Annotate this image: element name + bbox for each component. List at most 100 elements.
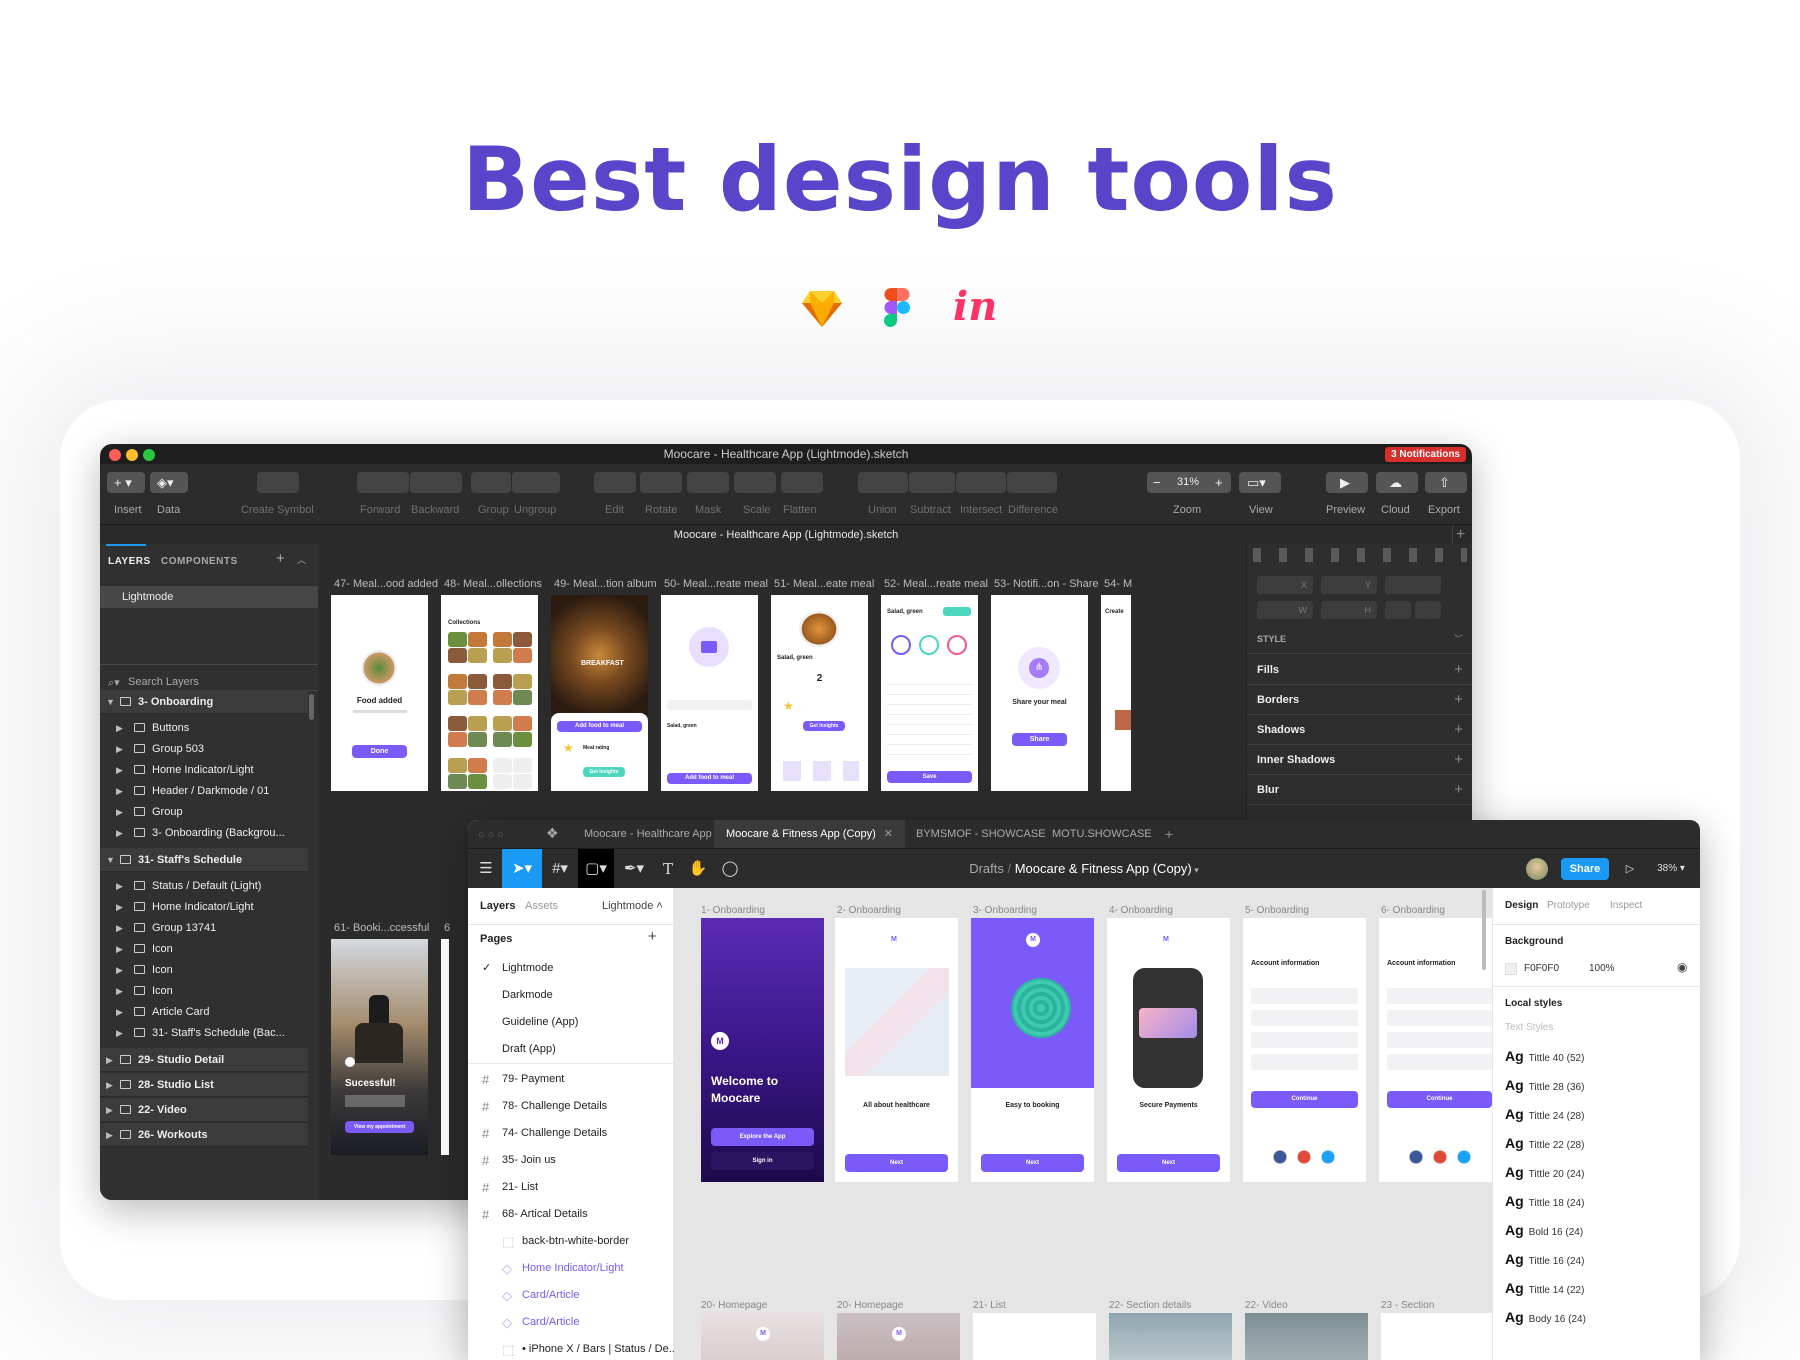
text-style-item[interactable]: Ag Tittle 28 (36) <box>1505 1077 1584 1093</box>
text-style-item[interactable]: Ag Tittle 20 (24) <box>1505 1164 1584 1180</box>
frame-onboarding-5[interactable]: Account information Continue <box>1243 918 1366 1182</box>
layer-row[interactable]: ◇ Home Indicator/Light <box>468 1255 674 1282</box>
avatar[interactable] <box>1526 858 1548 880</box>
notifications-badge[interactable]: 3 Notifications <box>1385 447 1466 462</box>
layer-row[interactable]: ▶ 31- Staff's Schedule (Bac... <box>100 1021 308 1045</box>
add-tab-icon[interactable]: + <box>1452 525 1468 545</box>
collection-thumb[interactable] <box>493 716 533 748</box>
export-button[interactable]: ⇧ <box>1425 472 1467 493</box>
present-icon[interactable]: ▷ <box>1616 849 1644 889</box>
artboard-notification-share[interactable]: ⋔ Share your meal Share <box>991 595 1088 791</box>
frame-onboarding-6[interactable]: Account information Continue <box>1379 918 1492 1182</box>
frame-label[interactable]: 22- Video <box>1245 1300 1288 1311</box>
layer-row[interactable]: #35- Join us <box>468 1147 674 1174</box>
view-appointment-button[interactable]: View my appointment <box>345 1121 414 1133</box>
breadcrumb-file[interactable]: Moocare & Fitness App (Copy) <box>1015 861 1192 876</box>
layer-row[interactable]: #74- Challenge Details <box>468 1120 674 1147</box>
artboard-create-meal-c[interactable]: Salad, green Save <box>881 595 978 791</box>
get-insights-button[interactable]: Get Insights <box>583 767 625 777</box>
layer-row[interactable]: #68- Artical Details <box>468 1201 674 1228</box>
frame-label[interactable]: 23 - Section <box>1381 1300 1434 1311</box>
frame-preview[interactable] <box>1245 1313 1368 1360</box>
subtract-button[interactable] <box>909 472 955 493</box>
next-button[interactable]: Next <box>981 1154 1084 1172</box>
share-button[interactable]: Share <box>1561 858 1609 880</box>
text-style-item[interactable]: Ag Tittle 14 (22) <box>1505 1280 1584 1296</box>
y-field[interactable]: Y <box>1321 576 1377 594</box>
text-style-item[interactable]: Ag Tittle 40 (52) <box>1505 1048 1584 1064</box>
frame-onboarding-3[interactable]: M Easy to booking Next <box>971 918 1094 1182</box>
layer-row[interactable]: #21- List <box>468 1174 674 1201</box>
data-button[interactable]: ◈▾ <box>150 472 188 493</box>
artboard-label[interactable]: 53- Notifi...on - Share <box>994 578 1099 590</box>
rotate-button[interactable] <box>640 472 682 493</box>
collection-thumb[interactable] <box>448 632 488 664</box>
backward-button[interactable] <box>410 472 462 493</box>
rotation-field[interactable] <box>1385 576 1441 594</box>
disclosure-closed-icon[interactable]: ▶ <box>106 1123 113 1146</box>
style-row[interactable]: Shadows + <box>1247 715 1472 745</box>
figma-menu-icon[interactable]: ❖ <box>546 825 559 842</box>
tab-components[interactable]: COMPONENTS <box>161 556 238 567</box>
sign-in-button[interactable]: Sign in <box>711 1152 814 1170</box>
page-select[interactable]: Lightmode ˄ <box>602 900 663 912</box>
frame-label[interactable]: 5- Onboarding <box>1245 905 1309 916</box>
layer-row[interactable]: ⬚ • iPhone X / Bars | Status / De... <box>468 1336 674 1360</box>
close-button[interactable] <box>109 449 121 461</box>
collapse-icon[interactable]: ︿ <box>297 553 306 566</box>
frame-preview[interactable] <box>973 1313 1096 1360</box>
get-insights-button-2[interactable]: Get Insights <box>803 721 845 731</box>
tab-file-4[interactable]: MOTU.SHOWCASE <box>1040 820 1164 848</box>
frame-preview[interactable]: M <box>701 1313 824 1360</box>
tab-design[interactable]: Design <box>1505 900 1538 911</box>
artboard-label[interactable]: 54- M <box>1104 578 1132 590</box>
scale-button[interactable] <box>734 472 776 493</box>
layer-row[interactable]: ◇ Card/Article <box>468 1282 674 1309</box>
page-item[interactable]: ✓ Lightmode <box>468 955 674 982</box>
style-row[interactable]: Inner Shadows + <box>1247 745 1472 775</box>
h-field[interactable]: H <box>1321 601 1377 619</box>
disclosure-closed-icon[interactable]: ▶ <box>116 821 123 845</box>
artboard-label[interactable]: 51- Meal...eate meal <box>774 578 874 590</box>
frame-label[interactable]: 20- Homepage <box>701 1300 767 1311</box>
preview-button[interactable]: ▶ <box>1326 472 1368 493</box>
layer-row[interactable]: ⬚ back-btn-white-border <box>468 1228 674 1255</box>
new-tab-icon[interactable]: + <box>1165 826 1173 842</box>
layer-section[interactable]: ▶ 29- Studio Detail <box>100 1048 308 1072</box>
done-button[interactable]: Done <box>352 745 407 758</box>
artboard-partial-2[interactable] <box>441 939 449 1155</box>
edit-button[interactable] <box>594 472 636 493</box>
layer-section[interactable]: ▼ 3- Onboarding <box>100 690 308 714</box>
add-icon[interactable]: + <box>1454 685 1463 715</box>
add-page-icon[interactable]: + <box>648 928 657 945</box>
bg-opacity[interactable]: 100% <box>1589 963 1615 974</box>
artboard-partial[interactable]: Create <box>1101 595 1131 791</box>
artboard-create-meal-a[interactable]: Salad, green Add food to meal <box>661 595 758 791</box>
add-food-button-2[interactable]: Add food to meal <box>667 773 752 784</box>
frame-label[interactable]: 2- Onboarding <box>837 905 901 916</box>
group-button[interactable] <box>471 472 511 493</box>
artboard-collections[interactable]: Collections <box>441 595 538 791</box>
add-icon[interactable]: + <box>1454 715 1463 745</box>
artboard-label[interactable]: 48- Meal...ollections <box>444 578 542 590</box>
layer-section[interactable]: ▼ 31- Staff's Schedule <box>100 848 308 872</box>
view-button[interactable]: ▭▾ <box>1239 472 1281 493</box>
layer-section[interactable]: ▶ 22- Video <box>100 1098 308 1122</box>
add-icon[interactable]: + <box>1454 655 1463 685</box>
artboard-booking-successful[interactable]: Sucessful! View my appointment <box>331 939 428 1155</box>
breadcrumb-drafts[interactable]: Drafts <box>969 861 1004 876</box>
page-item[interactable]: Draft (App) <box>468 1036 674 1063</box>
artboard-label[interactable]: 47- Meal...ood added <box>334 578 438 590</box>
page-item[interactable]: Guideline (App) <box>468 1009 674 1036</box>
layer-row[interactable]: ▶ 3- Onboarding (Backgrou... <box>100 821 308 845</box>
text-style-item[interactable]: Ag Tittle 24 (28) <box>1505 1106 1584 1122</box>
frame-onboarding-2[interactable]: M All about healthcare Next <box>835 918 958 1182</box>
disclosure-closed-icon[interactable]: ▶ <box>106 1048 113 1071</box>
union-button[interactable] <box>858 472 908 493</box>
continue-button[interactable]: Continue <box>1387 1091 1492 1108</box>
insert-button[interactable]: + ▾ <box>107 472 145 493</box>
zoom-button[interactable] <box>143 449 155 461</box>
layer-row[interactable]: ◇ Card/Article <box>468 1309 674 1336</box>
tab-file-1[interactable]: Moocare - Healthcare App <box>572 820 724 848</box>
disclosure-closed-icon[interactable]: ▶ <box>106 1098 113 1121</box>
